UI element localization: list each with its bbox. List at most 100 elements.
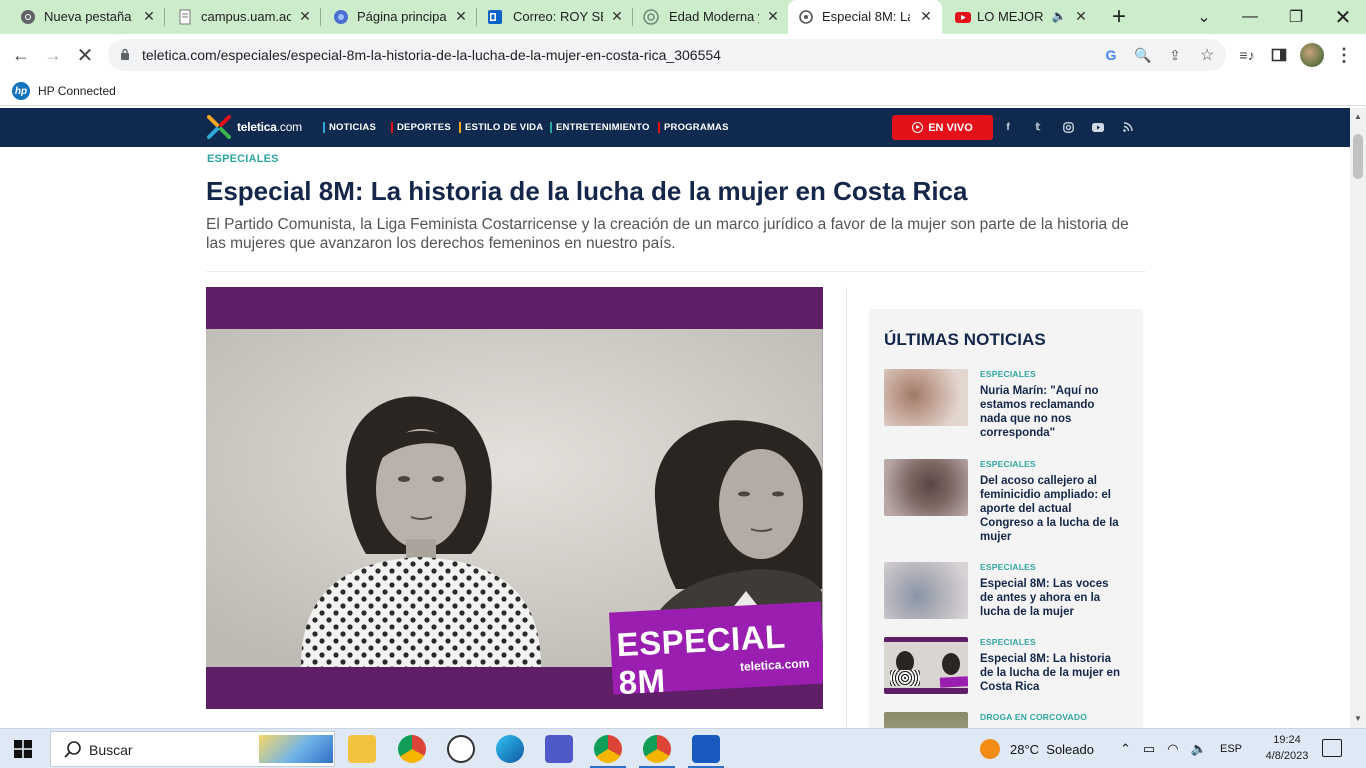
word-icon[interactable]	[692, 735, 720, 763]
hero-image[interactable]: ESPECIAL 8M teletica.com	[206, 287, 823, 709]
tab-campus[interactable]: campus.uam.ac.c ✕	[157, 0, 321, 34]
tab-pagina-principal[interactable]: Página principal ✕	[313, 0, 477, 34]
language-indicator[interactable]: ESP	[1220, 729, 1242, 768]
close-icon[interactable]: ✕	[141, 8, 157, 24]
back-button[interactable]: ←	[6, 40, 36, 70]
chrome-active-icon[interactable]	[643, 735, 671, 763]
document-icon	[179, 9, 191, 25]
facebook-icon[interactable]: f	[1001, 120, 1015, 134]
nav-estilo-de-vida[interactable]: ESTILO DE VIDA	[459, 122, 543, 133]
url-text: teletica.com/especiales/especial-8m-la-h…	[142, 47, 721, 63]
tab-youtube[interactable]: LO MEJOR DI 🔈 ✕	[945, 0, 1105, 34]
close-icon[interactable]: ✕	[609, 8, 625, 24]
forward-button[interactable]: →	[38, 40, 68, 70]
google-lens-icon[interactable]: G	[1101, 45, 1121, 65]
lock-icon	[121, 48, 129, 60]
close-icon[interactable]: ✕	[918, 8, 934, 24]
nav-programas[interactable]: PROGRAMAS	[658, 122, 729, 133]
weather-text: 28°C Soleado	[1010, 741, 1094, 757]
globe-icon	[334, 10, 348, 24]
date: 4/8/2023	[1265, 750, 1309, 762]
taskbar-search[interactable]: Buscar	[50, 731, 335, 767]
news-category[interactable]: ESPECIALES	[980, 369, 1036, 379]
close-window-button[interactable]: ✕	[1320, 0, 1366, 34]
page-scrollbar[interactable]: ▲ ▼	[1350, 108, 1366, 728]
news-title[interactable]: Del acoso callejero al feminicidio ampli…	[980, 474, 1120, 544]
new-tab-button[interactable]: +	[1096, 0, 1142, 34]
file-explorer-icon[interactable]	[348, 735, 376, 763]
restore-icon: ❐	[1288, 9, 1304, 26]
article-section[interactable]: ESPECIALES	[207, 153, 279, 165]
volume-icon[interactable]: 🔈	[1191, 741, 1207, 757]
live-button[interactable]: EN VIVO	[892, 115, 993, 140]
openai-icon	[643, 9, 659, 25]
nav-deportes[interactable]: DEPORTES	[391, 122, 451, 133]
instagram-icon[interactable]	[1061, 120, 1075, 134]
minimize-icon: —	[1242, 8, 1258, 25]
address-bar[interactable]: teletica.com/especiales/especial-8m-la-h…	[108, 39, 1226, 71]
tab-search-button[interactable]: ⌄	[1181, 0, 1227, 34]
news-title[interactable]: Especial 8M: Las voces de antes y ahora …	[980, 577, 1120, 619]
scroll-down-icon[interactable]: ▼	[1354, 714, 1362, 723]
news-thumbnail[interactable]	[884, 459, 968, 516]
close-icon: ✕	[76, 44, 94, 67]
tab-nueva-pestana[interactable]: Nueva pestaña ✕	[0, 0, 164, 34]
close-icon[interactable]: ✕	[765, 8, 781, 24]
side-panel-button[interactable]	[1264, 40, 1294, 70]
youtube-icon[interactable]	[1091, 120, 1105, 134]
bookmark-hp-connected[interactable]: hp HP Connected	[12, 82, 116, 100]
minimize-button[interactable]: —	[1227, 0, 1273, 34]
close-icon[interactable]: ✕	[453, 8, 469, 24]
teletica-logo[interactable]: teletica.com	[207, 115, 302, 139]
stop-loading-button[interactable]: ✕	[70, 40, 100, 70]
clock[interactable]: 19:24 4/8/2023	[1264, 732, 1310, 764]
chrome-icon[interactable]	[398, 735, 426, 763]
back-arrow-icon: ←	[12, 44, 30, 65]
nav-entretenimiento[interactable]: ENTRETENIMIENTO	[550, 122, 650, 133]
news-thumbnail[interactable]	[884, 562, 968, 619]
media-controls-button[interactable]: ≡♪	[1232, 40, 1262, 70]
nav-noticias[interactable]: NOTICIAS	[323, 122, 376, 133]
profile-button[interactable]	[1297, 40, 1327, 70]
scrollbar-thumb[interactable]	[1353, 134, 1363, 179]
teams-icon[interactable]	[545, 735, 573, 763]
hp-icon: hp	[12, 82, 30, 100]
news-category[interactable]: DROGA EN CORCOVADO	[980, 712, 1087, 722]
news-thumbnail[interactable]	[884, 637, 968, 694]
close-icon[interactable]: ✕	[297, 8, 313, 24]
scroll-up-icon[interactable]: ▲	[1354, 112, 1362, 121]
speaker-icon[interactable]: 🔈	[1051, 8, 1067, 24]
system-tray[interactable]: ⌃ ▭ ◠ 🔈	[1120, 729, 1207, 768]
twitter-icon[interactable]: 𝕥	[1031, 120, 1045, 134]
playlist-icon: ≡♪	[1239, 47, 1255, 63]
news-category[interactable]: ESPECIALES	[980, 459, 1036, 469]
star-icon[interactable]: ☆	[1197, 45, 1217, 65]
close-icon[interactable]: ✕	[1073, 8, 1089, 24]
clock-app-icon[interactable]	[447, 735, 475, 763]
column-divider	[846, 287, 847, 727]
news-title[interactable]: Especial 8M: La historia de la lucha de …	[980, 652, 1120, 694]
menu-button[interactable]: ⋮	[1329, 40, 1359, 70]
chrome-profile-icon[interactable]	[594, 735, 622, 763]
battery-icon[interactable]: ▭	[1143, 741, 1155, 757]
rss-icon[interactable]	[1121, 120, 1135, 134]
restore-button[interactable]: ❐	[1273, 0, 1319, 34]
news-thumbnail[interactable]	[884, 369, 968, 426]
chevron-up-icon[interactable]: ⌃	[1120, 741, 1131, 757]
search-placeholder: Buscar	[89, 742, 133, 758]
wifi-icon[interactable]: ◠	[1167, 741, 1178, 757]
tab-edad-moderna[interactable]: Edad Moderna y ✕	[625, 0, 789, 34]
zoom-icon[interactable]: 🔍	[1133, 45, 1153, 65]
tab-correo[interactable]: Correo: ROY SEG ✕	[469, 0, 633, 34]
news-category[interactable]: ESPECIALES	[980, 637, 1036, 647]
share-icon[interactable]: ⇪	[1165, 45, 1185, 65]
news-category[interactable]: ESPECIALES	[980, 562, 1036, 572]
edge-icon[interactable]	[496, 735, 524, 763]
teletica-icon	[799, 10, 813, 24]
notification-icon[interactable]	[1322, 739, 1342, 757]
tab-especial-8m[interactable]: Especial 8M: La h ✕	[788, 0, 942, 34]
news-title[interactable]: Nuria Marín: "Aquí no estamos reclamando…	[980, 384, 1120, 440]
tab-title: Edad Moderna y	[669, 9, 759, 24]
weather-widget[interactable]: 28°C Soleado	[980, 729, 1094, 768]
windows-start-icon[interactable]	[14, 740, 32, 758]
